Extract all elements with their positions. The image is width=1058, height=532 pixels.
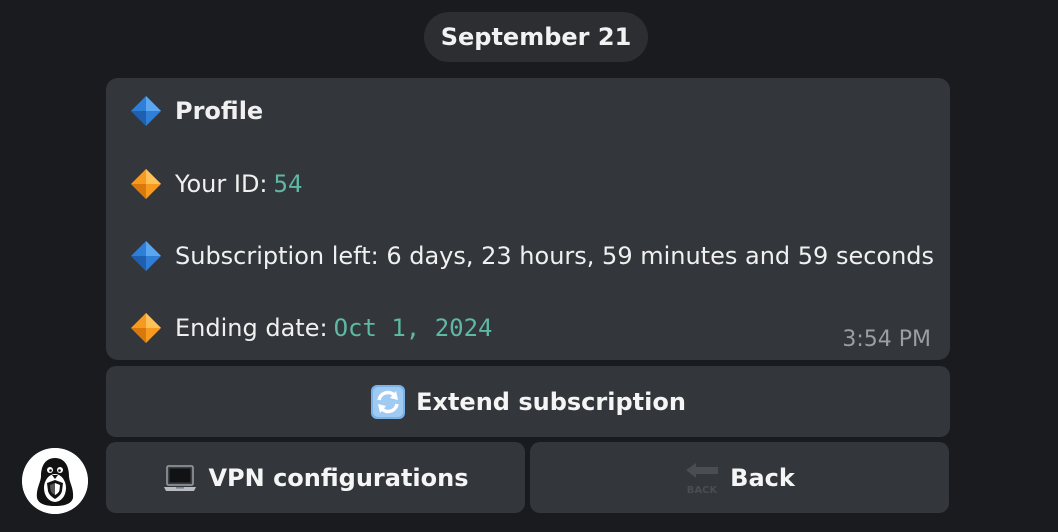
user-id-value[interactable]: 54 bbox=[274, 170, 303, 198]
message-time: 3:54 PM bbox=[842, 327, 931, 352]
extend-subscription-button[interactable]: Extend subscription bbox=[106, 366, 950, 437]
ending-date-value[interactable]: Oct 1, 2024 bbox=[334, 314, 493, 342]
blue-diamond-icon bbox=[131, 96, 161, 126]
user-id-line: Your ID: 54 bbox=[130, 168, 302, 200]
subscription-left-text: Subscription left: 6 days, 23 hours, 59 … bbox=[175, 242, 935, 270]
user-id-label: Your ID: bbox=[175, 170, 268, 198]
back-button[interactable]: BACK Back bbox=[530, 442, 949, 513]
orange-diamond-icon bbox=[131, 313, 161, 343]
ending-date-label: Ending date: bbox=[175, 314, 328, 342]
blue-diamond-icon bbox=[131, 241, 161, 271]
date-separator: September 21 bbox=[424, 12, 648, 62]
date-separator-label: September 21 bbox=[440, 23, 632, 51]
message-bubble: Profile Your ID: 54 Subscription left: 6… bbox=[106, 78, 950, 360]
back-icon-text: BACK bbox=[687, 485, 719, 496]
vpn-configurations-label: VPN configurations bbox=[208, 463, 469, 492]
bot-avatar[interactable] bbox=[22, 448, 88, 514]
back-label: Back bbox=[730, 463, 795, 492]
profile-title-line: Profile bbox=[130, 95, 263, 127]
ending-date-line: Ending date: Oct 1, 2024 bbox=[130, 312, 493, 344]
penguin-shield-icon bbox=[22, 448, 88, 514]
profile-title: Profile bbox=[175, 97, 264, 125]
vpn-configurations-button[interactable]: VPN configurations bbox=[106, 442, 525, 513]
counterclockwise-arrows-icon bbox=[371, 384, 406, 419]
laptop-icon bbox=[164, 464, 197, 491]
subscription-left-line: Subscription left: 6 days, 23 hours, 59 … bbox=[130, 240, 934, 272]
orange-diamond-icon bbox=[131, 169, 161, 199]
extend-subscription-label: Extend subscription bbox=[416, 387, 686, 416]
back-arrow-icon: BACK bbox=[686, 462, 719, 496]
